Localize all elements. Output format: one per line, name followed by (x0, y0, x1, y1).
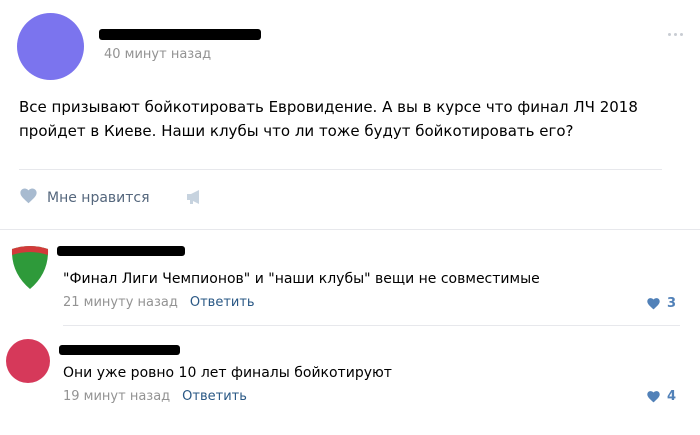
reply-link[interactable]: Ответить (190, 295, 255, 310)
club-shield-icon (11, 246, 49, 289)
post-time[interactable]: 40 минут назад (104, 47, 211, 62)
author-name-redacted[interactable] (99, 29, 261, 40)
commenter-name-redacted[interactable] (59, 345, 180, 355)
comment-time[interactable]: 19 минут назад (63, 389, 170, 404)
comment-meta: 21 минуту назад Ответить (63, 295, 255, 310)
comment-time[interactable]: 21 минуту назад (63, 295, 178, 310)
comments-divider (63, 325, 680, 326)
post-text: Все призывают бойкотировать Евровидение.… (19, 98, 638, 140)
post-divider (19, 169, 662, 170)
comment-avatar[interactable] (8, 243, 52, 289)
author-avatar[interactable] (17, 13, 84, 80)
like-button[interactable]: Мне нравится (19, 187, 150, 208)
comment-like-button[interactable]: 4 (646, 389, 676, 404)
comment-meta: 19 минут назад Ответить (63, 389, 247, 404)
heart-icon (647, 391, 660, 403)
comment-like-count: 3 (667, 296, 677, 311)
comment-text: "Финал Лиги Чемпионов" и "наши клубы" ве… (63, 271, 540, 287)
comment-like-count: 4 (667, 389, 677, 404)
commenter-name-redacted[interactable] (57, 246, 185, 256)
comment-text: Они уже ровно 10 лет финалы бойкотируют (63, 365, 392, 381)
heart-icon (647, 298, 660, 310)
reply-link[interactable]: Ответить (182, 389, 247, 404)
heart-icon (19, 187, 38, 208)
like-label: Мне нравится (47, 189, 150, 206)
share-megaphone-icon[interactable] (185, 189, 205, 209)
comment-avatar[interactable] (6, 339, 50, 383)
comments-divider-top (0, 229, 700, 230)
comment-like-button[interactable]: 3 (646, 296, 676, 311)
more-icon[interactable] (668, 33, 683, 36)
